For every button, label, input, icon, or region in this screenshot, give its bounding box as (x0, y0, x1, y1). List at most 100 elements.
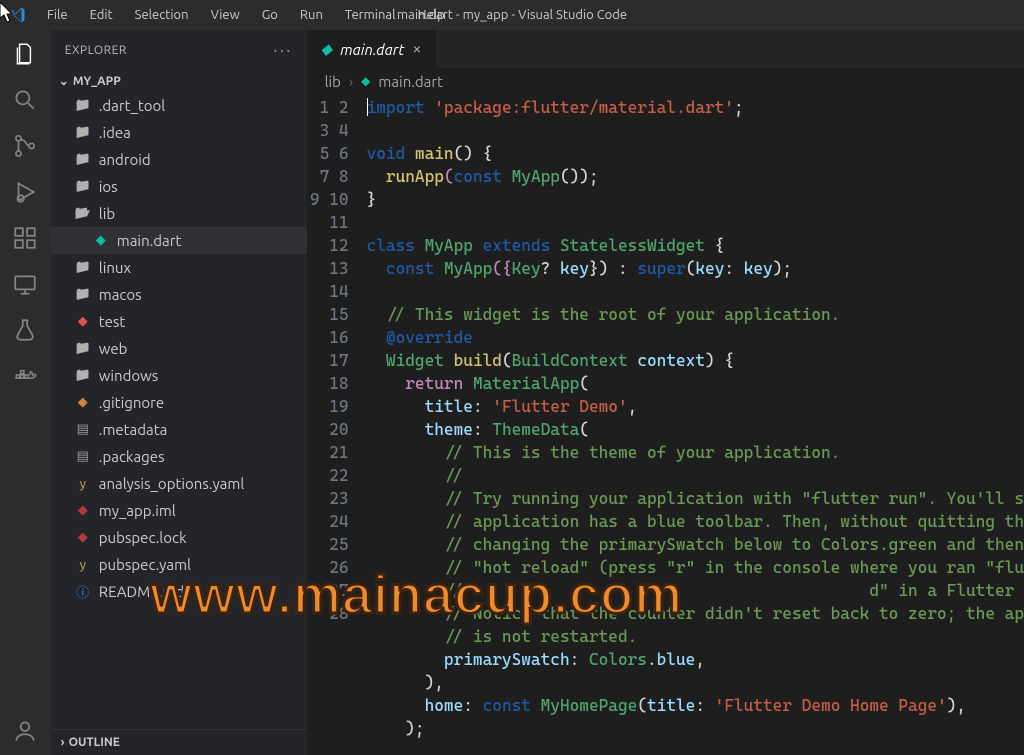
code-line[interactable]: // (367, 464, 1024, 487)
code-line[interactable]: } (367, 188, 1024, 211)
tree-item[interactable]: .idea (51, 119, 307, 146)
outline-header[interactable]: › OUTLINE (51, 729, 307, 755)
tab-label: main.dart (340, 41, 404, 58)
code-line[interactable] (367, 211, 1024, 234)
folder-icon (73, 179, 93, 194)
tree-item[interactable]: .dart_tool (51, 92, 307, 119)
tree-item[interactable]: windows (51, 362, 307, 389)
code-line[interactable]: theme: ThemeData( (367, 418, 1024, 441)
sidebar-more-icon[interactable]: ··· (273, 40, 292, 60)
tree-item-label: test (99, 313, 126, 330)
file-icon: ◆ (73, 503, 93, 518)
code-line[interactable]: return MaterialApp( (367, 372, 1024, 395)
tree-item[interactable]: ▤.metadata (51, 416, 307, 443)
folder-icon (73, 98, 93, 113)
tree-item[interactable]: macos (51, 281, 307, 308)
breadcrumb-file[interactable]: main.dart (378, 73, 443, 90)
folder-icon (73, 287, 93, 302)
code-line[interactable]: ), (367, 671, 1024, 694)
code-line[interactable]: // This is the theme of your application… (367, 441, 1024, 464)
tree-item[interactable]: ◆main.dart (51, 227, 307, 254)
code-line[interactable]: // Notice that the counter didn't reset … (367, 602, 1024, 625)
code-line[interactable]: Widget build(BuildContext context) { (367, 349, 1024, 372)
menu-terminal[interactable]: Terminal (334, 4, 407, 26)
close-icon[interactable]: × (412, 40, 421, 58)
code-line[interactable]: title: 'Flutter Demo', (367, 395, 1024, 418)
tree-item[interactable]: ◆test (51, 308, 307, 335)
file-tree: .dart_tool .idea android ios lib ◆main.dart li… (51, 92, 307, 729)
tree-item[interactable]: ⓘREADME.md (51, 578, 307, 605)
breadcrumb[interactable]: lib › ◆ main.dart (307, 68, 1024, 94)
editor-area: ◆ main.dart × lib › ◆ main.dart 1 2 3 4 … (307, 30, 1024, 755)
tree-item[interactable]: lib (51, 200, 307, 227)
project-header[interactable]: ⌄ MY_APP (51, 70, 307, 92)
code-line[interactable]: import 'package:flutter/material.dart'; (367, 96, 1024, 119)
tree-item-label: linux (99, 259, 131, 276)
breadcrumb-folder[interactable]: lib (325, 73, 341, 90)
code-line[interactable]: // application has a blue toolbar. Then,… (367, 510, 1024, 533)
code-content[interactable]: import 'package:flutter/material.dart'; … (367, 94, 1024, 755)
code-line[interactable]: // d" in a Flutter (367, 579, 1024, 602)
tree-item[interactable]: linux (51, 254, 307, 281)
menu-edit[interactable]: Edit (79, 4, 124, 26)
tree-item[interactable]: ◆pubspec.lock (51, 524, 307, 551)
code-line[interactable]: // changing the primarySwatch below to C… (367, 533, 1024, 556)
code-line[interactable]: primarySwatch: Colors.blue, (367, 648, 1024, 671)
sidebar-title: EXPLORER (65, 44, 127, 57)
tab-main-dart[interactable]: ◆ main.dart × (307, 30, 437, 68)
project-name: MY_APP (73, 75, 121, 88)
code-line[interactable]: runApp(const MyApp()); (367, 165, 1024, 188)
activity-account-icon[interactable] (11, 717, 39, 745)
activity-run-debug-icon[interactable] (11, 178, 39, 206)
activity-testing-icon[interactable] (11, 316, 39, 344)
tree-item-label: analysis_options.yaml (99, 475, 245, 492)
code-line[interactable] (367, 119, 1024, 142)
tree-item-label: pubspec.yaml (99, 556, 191, 573)
tree-item[interactable]: ios (51, 173, 307, 200)
tree-item[interactable]: ▤.packages (51, 443, 307, 470)
code-line[interactable]: @override (367, 326, 1024, 349)
code-line[interactable] (367, 280, 1024, 303)
activity-remote-icon[interactable] (11, 270, 39, 298)
menu-view[interactable]: View (200, 4, 251, 26)
tree-item-label: .gitignore (99, 394, 164, 411)
tree-item-label: lib (99, 205, 115, 222)
tree-item[interactable]: web (51, 335, 307, 362)
activity-source-control-icon[interactable] (11, 132, 39, 160)
tree-item[interactable]: android (51, 146, 307, 173)
code-line[interactable]: // Try running your application with "fl… (367, 487, 1024, 510)
menu-run[interactable]: Run (289, 4, 334, 26)
tree-item[interactable]: ◆.gitignore (51, 389, 307, 416)
code-line[interactable]: // This widget is the root of your appli… (367, 303, 1024, 326)
tree-item-label: .idea (99, 124, 131, 141)
menu-go[interactable]: Go (251, 4, 289, 26)
tree-item-label: README.md (99, 583, 184, 600)
code-line[interactable]: home: const MyHomePage(title: 'Flutter D… (367, 694, 1024, 717)
menu-bar: FileEditSelectionViewGoRunTerminalHelp (36, 4, 456, 26)
menu-file[interactable]: File (36, 4, 79, 26)
folder-icon (73, 125, 93, 140)
folder-icon (73, 260, 93, 275)
activity-extensions-icon[interactable] (11, 224, 39, 252)
menu-selection[interactable]: Selection (124, 4, 200, 26)
code-line[interactable]: const MyApp({Key? key}) : super(key: key… (367, 257, 1024, 280)
activity-files-icon[interactable] (11, 40, 39, 68)
tree-item-label: ios (99, 178, 118, 195)
code-line[interactable]: void main() { (367, 142, 1024, 165)
file-icon: ▤ (73, 422, 93, 437)
code-line[interactable]: // is not restarted. (367, 625, 1024, 648)
outline-label: OUTLINE (69, 736, 120, 749)
activity-search-icon[interactable] (11, 86, 39, 114)
tree-item[interactable]: yanalysis_options.yaml (51, 470, 307, 497)
folder-icon (73, 341, 93, 356)
folder-icon (73, 152, 93, 167)
code-line[interactable]: ); (367, 717, 1024, 740)
tree-item[interactable]: ypubspec.yaml (51, 551, 307, 578)
breadcrumb-separator-icon: › (349, 73, 353, 90)
code-line[interactable]: class MyApp extends StatelessWidget { (367, 234, 1024, 257)
tree-item-label: web (99, 340, 128, 357)
tree-item[interactable]: ◆my_app.iml (51, 497, 307, 524)
code-line[interactable]: // "hot reload" (press "r" in the consol… (367, 556, 1024, 579)
activity-docker-icon[interactable] (11, 362, 39, 390)
code-area[interactable]: 1 2 3 4 5 6 7 8 9 10 11 12 13 14 15 16 1… (307, 94, 1024, 755)
